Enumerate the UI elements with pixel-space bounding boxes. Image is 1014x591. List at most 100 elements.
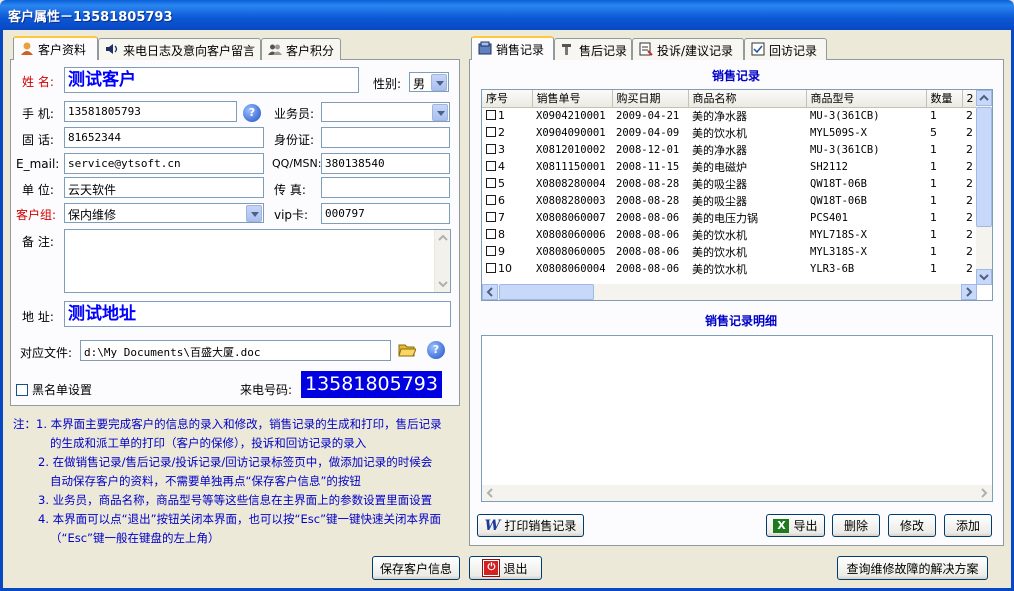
scroll-thumb[interactable] bbox=[499, 284, 594, 300]
table-row[interactable]: 5 X0808280004 2008-08-28 美的吸尘器 QW18T-06B 1 2 bbox=[482, 175, 977, 192]
scroll-left-button[interactable] bbox=[482, 284, 498, 300]
detail-grid[interactable] bbox=[481, 335, 993, 502]
table-cell: X0904090001 bbox=[536, 126, 606, 139]
table-cell: MYL318S-X bbox=[810, 245, 867, 258]
detail-grid-hscroll[interactable] bbox=[482, 485, 992, 501]
table-row[interactable]: 2 X0904090001 2009-04-09 美的饮水机 MYL509S-X 5 2 bbox=[482, 124, 977, 141]
row-checkbox[interactable] bbox=[486, 144, 496, 154]
export-button[interactable]: X 导出 bbox=[766, 514, 825, 537]
row-number: 4 bbox=[498, 160, 505, 173]
save-customer-button[interactable]: 保存客户信息 bbox=[372, 556, 460, 580]
tab-call-log[interactable]: 来电日志及意向客户留言 bbox=[98, 38, 261, 60]
vip-input[interactable]: 000797 bbox=[321, 203, 450, 224]
table-cell: 美的饮水机 bbox=[692, 262, 747, 276]
row-checkbox[interactable] bbox=[486, 195, 496, 205]
scroll-up-button[interactable] bbox=[976, 90, 992, 106]
title-bar[interactable]: 客户属性－13581805793 bbox=[0, 0, 1014, 30]
table-row[interactable]: 1 X0904210001 2009-04-21 美的净水器 MU-3(361CB) 1 2 bbox=[482, 107, 977, 124]
table-row[interactable]: 3 X0812010002 2008-12-01 美的净水器 MU-3(361CB) 1 2 bbox=[482, 141, 977, 158]
column-header[interactable]: 购买日期 bbox=[612, 90, 689, 108]
chevron-down-icon[interactable] bbox=[432, 104, 448, 121]
remark-textarea[interactable] bbox=[64, 229, 451, 293]
blacklist-checkbox[interactable]: 黑名单设置 bbox=[16, 381, 92, 398]
help-icon[interactable]: ? bbox=[427, 341, 445, 359]
row-checkbox[interactable] bbox=[486, 161, 496, 171]
exit-label: 退出 bbox=[503, 561, 528, 576]
row-checkbox[interactable] bbox=[486, 110, 496, 121]
column-header[interactable]: 2 bbox=[962, 90, 978, 108]
table-row[interactable]: 7 X0808060007 2008-08-06 美的电压力锅 PCS401 1 2 bbox=[482, 209, 977, 226]
chevron-down-icon[interactable] bbox=[246, 205, 262, 222]
file-input[interactable]: d:\My Documents\百盛大厦.doc bbox=[80, 340, 391, 361]
users-icon bbox=[268, 42, 282, 56]
address-input[interactable]: 测试地址 bbox=[64, 301, 451, 327]
row-checkbox[interactable] bbox=[486, 229, 496, 239]
vip-label: vip卡: bbox=[274, 208, 309, 222]
chevron-down-icon[interactable] bbox=[431, 74, 447, 91]
gender-select[interactable]: 男 bbox=[409, 72, 449, 92]
salesman-select[interactable] bbox=[321, 102, 450, 122]
remark-scrollbar[interactable] bbox=[434, 230, 450, 292]
scroll-thumb[interactable] bbox=[976, 107, 992, 227]
row-number: 3 bbox=[498, 143, 505, 156]
save-label: 保存客户信息 bbox=[379, 561, 452, 576]
row-select-cell: 1 bbox=[482, 107, 532, 124]
note-line: （“Esc”键一般在键盘的左上角） bbox=[50, 531, 220, 545]
modify-button[interactable]: 修改 bbox=[888, 514, 936, 537]
query-solution-button[interactable]: 查询维修故障的解决方案 bbox=[837, 556, 988, 580]
scroll-right-button[interactable] bbox=[961, 284, 977, 300]
table-row[interactable]: 9 X0808060005 2008-08-06 美的饮水机 MYL318S-X 1 2 bbox=[482, 243, 977, 260]
table-cell: 1 bbox=[930, 194, 937, 207]
fax-input[interactable] bbox=[321, 177, 450, 198]
table-cell: MU-3(361CB) bbox=[810, 143, 880, 156]
qq-label: QQ/MSN: bbox=[272, 157, 322, 170]
excel-icon: X bbox=[773, 518, 790, 533]
table-cell: YLR3-6B bbox=[810, 262, 855, 275]
print-sales-button[interactable]: W 打印销售记录 bbox=[477, 514, 584, 537]
phone-label: 固 话: bbox=[22, 133, 54, 147]
table-row[interactable]: 4 X0811150001 2008-11-15 美的电磁炉 SH2112 1 2 bbox=[482, 158, 977, 175]
mobile-input[interactable]: 13581805793 bbox=[64, 101, 237, 122]
tab-aftersale-records[interactable]: 售后记录 bbox=[554, 38, 632, 60]
sales-icon bbox=[478, 41, 492, 55]
group-select[interactable]: 保内维修 bbox=[64, 203, 264, 223]
exit-button[interactable]: ⏻ 退出 bbox=[469, 556, 542, 580]
scroll-down-button[interactable] bbox=[976, 269, 992, 285]
sales-grid-vscroll[interactable] bbox=[976, 90, 992, 285]
idcard-input[interactable] bbox=[321, 127, 450, 148]
tab-complaint-records[interactable]: 投诉/建议记录 bbox=[632, 38, 744, 60]
sales-grid[interactable]: 序号 销售单号 购买日期 商品名称 商品型号 数量 2 1 X0904210001… bbox=[481, 89, 993, 301]
email-input[interactable]: service@ytsoft.cn bbox=[64, 153, 264, 174]
help-icon[interactable]: ? bbox=[243, 104, 261, 122]
column-header[interactable]: 数量 bbox=[926, 90, 963, 108]
table-cell: 2009-04-09 bbox=[616, 126, 680, 139]
tab-sales-records[interactable]: 销售记录 bbox=[471, 36, 554, 60]
row-checkbox[interactable] bbox=[486, 178, 496, 188]
row-checkbox[interactable] bbox=[486, 246, 496, 256]
phone-input[interactable]: 81652344 bbox=[64, 127, 264, 148]
table-row[interactable]: 6 X0808280003 2008-08-28 美的吸尘器 QW18T-06B 1 2 bbox=[482, 192, 977, 209]
tab-visit-records[interactable]: 回访记录 bbox=[744, 38, 827, 60]
note-line: 自动保存客户的资料，不需要单独再点“保存客户信息”的按钮 bbox=[50, 474, 361, 488]
table-row[interactable]: 10 X0808060004 2008-08-06 美的饮水机 YLR3-6B 1 2 bbox=[482, 260, 977, 277]
column-header[interactable]: 商品名称 bbox=[688, 90, 807, 108]
tab-customer-points[interactable]: 客户积分 bbox=[261, 38, 341, 60]
caller-number: 13581805793 bbox=[301, 371, 442, 398]
delete-button[interactable]: 删除 bbox=[832, 514, 880, 537]
name-input[interactable]: 测试客户 bbox=[64, 67, 359, 93]
checkbox-box[interactable] bbox=[16, 383, 28, 396]
row-checkbox[interactable] bbox=[486, 212, 496, 222]
qq-input[interactable]: 380138540 bbox=[321, 153, 450, 174]
column-header[interactable]: 序号 bbox=[482, 90, 533, 108]
table-cell: 2008-08-28 bbox=[616, 194, 680, 207]
table-row[interactable]: 8 X0808060006 2008-08-06 美的饮水机 MYL718S-X 1 2 bbox=[482, 226, 977, 243]
column-header[interactable]: 商品型号 bbox=[806, 90, 927, 108]
column-header[interactable]: 销售单号 bbox=[532, 90, 613, 108]
add-button[interactable]: 添加 bbox=[944, 514, 992, 537]
row-checkbox[interactable] bbox=[486, 263, 496, 273]
folder-open-icon[interactable] bbox=[398, 341, 417, 360]
row-checkbox[interactable] bbox=[486, 127, 496, 137]
company-input[interactable]: 云天软件 bbox=[64, 177, 264, 198]
sales-grid-hscroll[interactable] bbox=[482, 284, 977, 300]
tab-customer-info[interactable]: 客户资料 bbox=[13, 36, 98, 60]
